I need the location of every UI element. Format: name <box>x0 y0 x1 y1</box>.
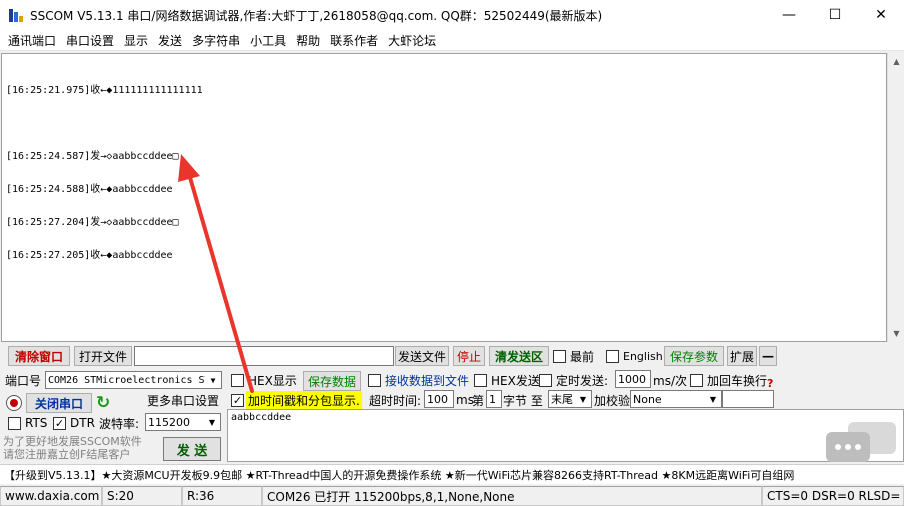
timed-interval-input[interactable]: 1000 <box>615 370 651 388</box>
menu-help[interactable]: 帮助 <box>291 32 325 49</box>
status-lines: CTS=0 DSR=0 RLSD= <box>762 486 904 506</box>
help-icon[interactable]: ? <box>767 376 773 390</box>
status-bar: www.daxia.com S:20 R:36 COM26 已打开 115200… <box>0 486 904 506</box>
clear-window-button[interactable]: 清除窗口 <box>8 346 70 366</box>
send-file-button[interactable]: 发送文件 <box>395 346 449 366</box>
timestamp-label: 加时间戳和分包显示. <box>246 391 362 409</box>
app-icon <box>8 7 24 23</box>
status-received-count: R:36 <box>182 486 262 506</box>
timed-send-label: 定时发送: <box>556 373 609 388</box>
checksum-result-input[interactable] <box>722 390 774 408</box>
send-textarea[interactable]: aabbccddee <box>227 409 904 462</box>
menu-tools[interactable]: 小工具 <box>245 32 291 49</box>
dtr-checkbox[interactable]: ✓ <box>53 417 66 430</box>
add-crlf-checkbox[interactable] <box>690 374 703 387</box>
receive-textarea[interactable]: [16:25:21.975]收←◆111111111111111 [16:25:… <box>1 53 887 342</box>
recv-to-file-checkbox[interactable] <box>368 374 381 387</box>
hex-send-label: HEX发送 <box>491 373 540 388</box>
menu-comm-port[interactable]: 通讯端口 <box>3 32 61 49</box>
menu-multi-string[interactable]: 多字符串 <box>187 32 245 49</box>
baud-value: 115200 <box>148 415 190 429</box>
hex-send-checkbox[interactable] <box>474 374 487 387</box>
menu-display[interactable]: 显示 <box>119 32 153 49</box>
window-title: SSCOM V5.13.1 串口/网络数据调试器,作者:大虾丁丁,2618058… <box>30 8 603 23</box>
menu-contact-author[interactable]: 联系作者 <box>325 32 383 49</box>
timestamp-checkbox[interactable]: ✓ <box>231 394 244 407</box>
close-port-button[interactable]: 关闭串口 <box>26 393 92 413</box>
receive-scrollbar[interactable]: ▲ ▼ <box>887 53 904 342</box>
topmost-label: 最前 <box>570 349 595 364</box>
menu-serial-settings[interactable]: 串口设置 <box>61 32 119 49</box>
menu-send[interactable]: 发送 <box>153 32 187 49</box>
topmost-checkbox[interactable] <box>553 350 566 363</box>
english-label: English <box>623 349 663 363</box>
english-checkbox[interactable] <box>606 350 619 363</box>
byte-start-input[interactable]: 1 <box>486 390 502 408</box>
expand-button[interactable]: 扩展 <box>727 346 757 366</box>
menu-forum[interactable]: 大虾论坛 <box>383 32 441 49</box>
chevron-down-icon: ▼ <box>205 372 221 388</box>
dtr-label: DTR <box>70 416 95 430</box>
receive-line <box>6 118 882 129</box>
status-sent-count: S:20 <box>102 486 182 506</box>
chevron-down-icon: ▼ <box>575 391 591 407</box>
open-file-button[interactable]: 打开文件 <box>74 346 132 366</box>
status-port-state: COM26 已打开 115200bps,8,1,None,None <box>262 486 762 506</box>
refresh-icon[interactable]: ↻ <box>96 393 114 413</box>
more-settings-button[interactable]: 更多串口设置 <box>145 390 221 410</box>
title-bar: SSCOM V5.13.1 串口/网络数据调试器,作者:大虾丁丁,2618058… <box>0 0 904 30</box>
save-params-button[interactable]: 保存参数 <box>664 346 724 366</box>
scroll-up-icon[interactable]: ▲ <box>888 53 904 70</box>
receive-line: [16:25:24.588]收←◆aabbccddee <box>6 184 173 195</box>
timed-send-checkbox[interactable] <box>539 374 552 387</box>
receive-line: [16:25:27.205]收←◆aabbccddee <box>6 250 173 261</box>
ad-text: 【升级到V5.13.1】★大资源MCU开发板9.9包邮 ★RT-Thread中国… <box>4 468 795 482</box>
ad-marquee[interactable]: 【升级到V5.13.1】★大资源MCU开发板9.9包邮 ★RT-Thread中国… <box>0 464 904 484</box>
checksum-select[interactable]: None ▼ <box>630 390 722 408</box>
byte-label-a: 第 <box>472 393 485 408</box>
byte-end-select[interactable]: 末尾 ▼ <box>548 390 592 408</box>
chat-bubble-icon <box>826 422 896 462</box>
menu-bar: 通讯端口 串口设置 显示 发送 多字符串 小工具 帮助 联系作者 大虾论坛 <box>0 30 904 51</box>
scroll-down-icon[interactable]: ▼ <box>888 325 904 342</box>
hex-display-checkbox[interactable] <box>231 374 244 387</box>
checksum-value: None <box>633 392 662 406</box>
byte-end-value: 末尾 <box>551 393 573 406</box>
file-path-input[interactable] <box>134 346 394 366</box>
close-button[interactable]: ✕ <box>858 0 904 30</box>
status-website[interactable]: www.daxia.com <box>0 486 102 506</box>
save-data-button[interactable]: 保存数据 <box>303 371 361 391</box>
port-status-icon <box>6 395 22 411</box>
stop-button[interactable]: 停止 <box>453 346 485 366</box>
checksum-label: 加校验 <box>594 393 631 408</box>
chevron-down-icon: ▼ <box>705 391 721 407</box>
timeout-label: 超时时间: <box>369 393 422 408</box>
timed-unit-label: ms/次 <box>653 373 687 388</box>
receive-line: [16:25:21.975]收←◆111111111111111 <box>6 85 203 96</box>
baud-select[interactable]: 115200 ▼ <box>145 413 221 431</box>
maximize-button[interactable]: ☐ <box>812 0 858 30</box>
add-crlf-label: 加回车换行 <box>707 373 768 388</box>
port-value: COM26 STMicroelectronics ST <box>48 374 211 386</box>
recv-to-file-label[interactable]: 接收数据到文件 <box>385 371 469 389</box>
rts-checkbox[interactable] <box>8 417 21 430</box>
receive-line: [16:25:27.204]发→◇aabbccddee□ <box>6 217 179 228</box>
rts-label: RTS <box>25 416 48 430</box>
chevron-down-icon: ▼ <box>204 414 220 430</box>
receive-line: [16:25:24.587]发→◇aabbccddee□ <box>6 151 179 162</box>
minimize-button[interactable]: — <box>766 0 812 30</box>
send-text: aabbccddee <box>231 412 292 423</box>
byte-label-b: 字节 至 <box>503 393 543 408</box>
timeout-input[interactable]: 100 <box>424 390 454 408</box>
port-select[interactable]: COM26 STMicroelectronics ST ▼ <box>45 371 222 389</box>
collapse-button[interactable]: — <box>759 346 777 366</box>
send-button[interactable]: 发 送 <box>163 437 221 461</box>
port-label: 端口号 <box>5 373 42 388</box>
hex-display-label: HEX显示 <box>248 373 297 388</box>
baud-label: 波特率: <box>99 416 140 431</box>
promo-text[interactable]: 为了更好地发展SSCOM软件 请您注册嘉立创F结尾客户 <box>3 435 161 463</box>
clear-send-button[interactable]: 清发送区 <box>489 346 549 366</box>
toolbar: 清除窗口 打开文件 发送文件 停止 清发送区 最前 English 保存参数 扩… <box>0 345 904 367</box>
